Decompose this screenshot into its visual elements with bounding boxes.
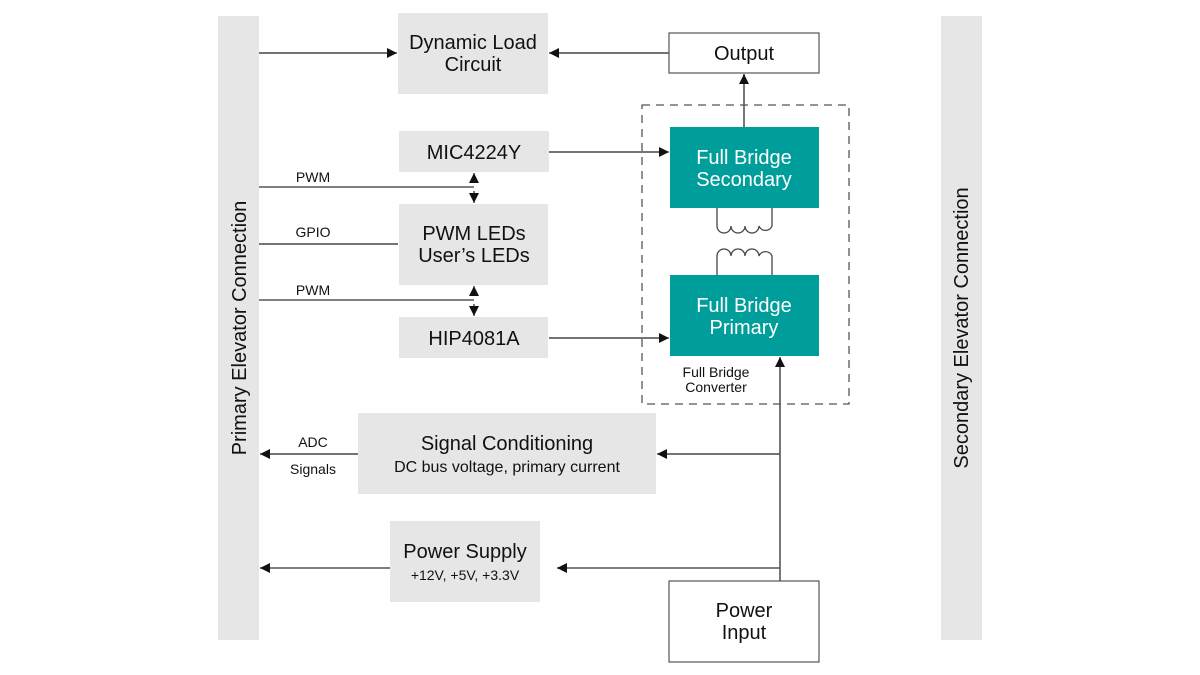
secondary-rail-label: Secondary Elevator Connection [951, 187, 973, 468]
fb-converter-label-2: Converter [685, 379, 747, 395]
adc-label: ADC [298, 434, 328, 450]
power-input-block: Power Input [668, 580, 820, 663]
pwm-leds-block: PWM LEDs User’s LEDs [399, 204, 548, 285]
secondary-elevator-connection: Secondary Elevator Connection [941, 16, 982, 640]
signal-conditioning-block: Signal Conditioning DC bus voltage, prim… [358, 413, 656, 494]
dynamic-load-circuit-block: Dynamic Load Circuit [398, 13, 548, 94]
full-bridge-secondary-block: Full Bridge Secondary [670, 127, 819, 208]
mic4224y-block: MIC4224Y [399, 131, 549, 172]
svg-text:Full Bridge: Full Bridge [696, 147, 792, 169]
svg-text:Secondary: Secondary [696, 169, 792, 191]
power-supply-block: Power Supply +12V, +5V, +3.3V [390, 521, 540, 602]
svg-text:Power Supply: Power Supply [403, 541, 526, 563]
gpio-label: GPIO [295, 224, 330, 240]
svg-text:Dynamic Load: Dynamic Load [409, 32, 537, 54]
svg-text:Power: Power [716, 600, 773, 622]
svg-text:Output: Output [714, 43, 774, 65]
svg-text:Circuit: Circuit [445, 54, 502, 76]
svg-text:HIP4081A: HIP4081A [428, 328, 520, 350]
adc-signals-label: Signals [290, 461, 336, 477]
svg-text:DC bus voltage, primary curren: DC bus voltage, primary current [394, 459, 620, 476]
svg-text:Primary: Primary [710, 317, 779, 339]
hip4081a-block: HIP4081A [399, 317, 548, 358]
svg-text:MIC4224Y: MIC4224Y [427, 142, 522, 164]
fb-converter-label-1: Full Bridge [683, 364, 750, 380]
svg-text:Input: Input [722, 622, 767, 644]
full-bridge-primary-block: Full Bridge Primary [670, 275, 819, 356]
output-block: Output [668, 32, 820, 74]
primary-rail-label: Primary Elevator Connection [229, 201, 251, 456]
svg-text:Signal Conditioning: Signal Conditioning [421, 433, 593, 455]
pwm-top-label: PWM [296, 169, 330, 185]
svg-text:User’s LEDs: User’s LEDs [418, 245, 530, 267]
svg-text:+12V, +5V, +3.3V: +12V, +5V, +3.3V [411, 567, 520, 583]
pwm-bottom-label: PWM [296, 282, 330, 298]
primary-elevator-connection: Primary Elevator Connection [218, 16, 259, 640]
transformer-icon [716, 208, 773, 275]
block-diagram: Primary Elevator Connection Secondary El… [218, 13, 982, 663]
svg-text:PWM LEDs: PWM LEDs [422, 223, 525, 245]
svg-text:Full Bridge: Full Bridge [696, 295, 792, 317]
